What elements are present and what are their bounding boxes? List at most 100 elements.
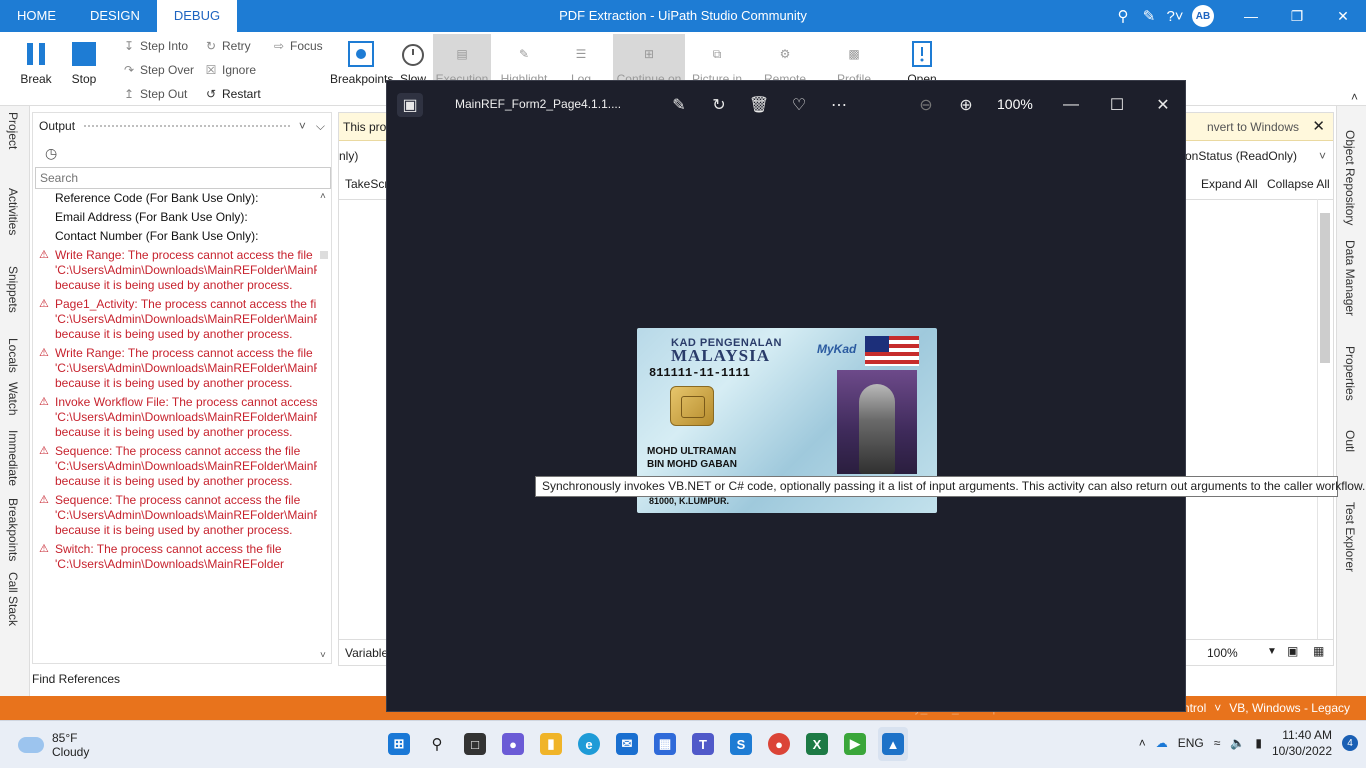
uipath-robot-button[interactable]: ▶ [840,727,870,761]
rail-tab-watch[interactable]: Watch [6,382,20,416]
output-message[interactable]: ⚠ Sequence: The process cannot access the… [33,442,317,491]
retry-button[interactable]: ↻ Retry [204,39,251,53]
search-button[interactable]: ⚲ [422,727,452,761]
step-out-button[interactable]: ↥ Step Out [122,87,187,101]
restart-button[interactable]: ↺ Restart [204,87,261,101]
pin-icon[interactable]: ⌵ [316,119,325,134]
restore-button[interactable]: ❐ [1274,0,1320,32]
minimize-button[interactable]: — [1228,0,1274,32]
weather-widget[interactable]: 85°F Cloudy [18,731,89,759]
convert-link[interactable]: nvert to Windows [1207,120,1299,134]
teams-chat-button[interactable]: ● [498,727,528,761]
tab-home[interactable]: HOME [0,0,73,32]
output-message[interactable]: Email Address (For Bank Use Only): [33,208,317,227]
task-view-button[interactable]: □ [460,727,490,761]
favorite-icon[interactable]: ♡ [787,93,811,117]
rotate-icon[interactable]: ↻ [707,93,731,117]
show-hidden-icons[interactable]: ˄ [1139,736,1146,750]
start-button[interactable]: ⊞ [384,727,414,761]
banner-close-icon[interactable]: ✕ [1312,117,1325,135]
rail-tab-outline[interactable]: Outl [1343,430,1357,452]
panel-menu-icon[interactable]: ˅ [299,119,306,133]
stop-button[interactable]: Stop [66,36,102,86]
continue-on-exception-button[interactable]: ⊞ Continue on [613,36,685,86]
tab-debug[interactable]: DEBUG [156,0,238,32]
search-icon[interactable]: ⚲ [1110,0,1136,32]
collapse-ribbon-icon[interactable]: ˄ [1351,90,1358,104]
chrome-button[interactable]: ● [764,727,794,761]
battery-icon[interactable]: ▮ [1255,736,1262,750]
edit-image-icon[interactable]: ✎ [667,93,691,117]
feedback-icon[interactable]: ✎ [1136,0,1162,32]
viewer-maximize-button[interactable]: ☐ [1105,93,1129,117]
output-message[interactable]: ⚠ Switch: The process cannot access the f… [33,540,317,574]
slow-step-button[interactable]: Slow [398,36,428,86]
designer-scrollbar[interactable] [1317,199,1331,639]
viewer-close-button[interactable]: ✕ [1151,93,1175,117]
rail-tab-immediate[interactable]: Immediate [6,430,20,486]
rail-tab-data-manager[interactable]: Data Manager [1343,240,1357,316]
expand-all-button[interactable]: Expand All [1201,177,1258,191]
picture-in-picture-button[interactable]: ⧉ Picture in [690,36,744,87]
rail-tab-call-stack[interactable]: Call Stack [6,572,20,626]
overview-icon[interactable]: ▦ [1313,644,1324,658]
viewer-minimize-button[interactable]: — [1059,93,1083,117]
variables-tab[interactable]: Variable [345,646,388,660]
rail-tab-snippets[interactable]: Snippets [6,266,20,313]
output-message[interactable]: ⚠ Write Range: The process cannot access … [33,246,317,295]
tab-design[interactable]: DESIGN [73,0,157,32]
input-language[interactable]: ENG [1178,736,1204,750]
zoom-in-icon[interactable]: ⊕ [954,93,978,117]
volume-icon[interactable]: 🔈 [1230,736,1245,750]
output-message[interactable]: ⚠ Invoke Workflow File: The process canno… [33,393,317,442]
output-message[interactable]: Reference Code (For Bank Use Only): [33,189,317,208]
drag-handle[interactable] [83,124,291,128]
user-avatar[interactable]: AB [1192,5,1214,27]
onedrive-icon[interactable]: ☁ [1156,736,1168,750]
edge-button[interactable]: e [574,727,604,761]
output-message[interactable]: ⚠ Sequence: The process cannot access the… [33,491,317,540]
step-into-button[interactable]: ↧ Step Into [122,39,188,53]
highlight-button[interactable]: ✎ Highlight [496,36,552,86]
rail-tab-project[interactable]: Project [6,112,20,149]
find-references-tab[interactable]: Find References [32,672,120,686]
zoom-level[interactable]: 100% [1207,646,1238,660]
rail-tab-activities[interactable]: Activities [6,188,20,235]
rail-tab-test-explorer[interactable]: Test Explorer [1343,502,1357,572]
property-dropdown-icon[interactable]: ˅ [1319,149,1326,163]
open-logs-button[interactable]: Open [904,36,940,86]
rail-tab-properties[interactable]: Properties [1343,346,1357,401]
clock[interactable]: 11:40 AM 10/30/2022 [1272,727,1332,759]
ignore-button[interactable]: ☒ Ignore [204,63,256,77]
focus-button[interactable]: ⇨ Focus [272,39,323,53]
wifi-icon[interactable]: ≈ [1214,736,1221,750]
notification-badge[interactable]: 4 [1342,735,1358,751]
remote-button[interactable]: ⚙ Remote [762,36,808,86]
excel-button[interactable]: X [802,727,832,761]
output-message[interactable]: ⚠ Page1_Activity: The process cannot acce… [33,295,317,344]
execution-trail-button[interactable]: ▤ Execution [433,36,491,86]
help-icon[interactable]: ?˅ [1162,0,1188,32]
output-message[interactable]: ⚠ Write Range: The process cannot access … [33,344,317,393]
zoom-dropdown-icon[interactable]: ▼ [1267,646,1277,657]
fit-screen-icon[interactable]: ▣ [1287,644,1298,658]
breakpoints-button[interactable]: Breakpoints [330,36,393,86]
uipath-assistant-button[interactable]: S [726,727,756,761]
photos-button[interactable]: ▲ [878,727,908,761]
file-explorer-button[interactable]: ▮ [536,727,566,761]
rail-tab-breakpoints[interactable]: Breakpoints [6,498,20,561]
break-button[interactable]: Break [18,36,54,86]
zoom-out-icon[interactable]: ⊖ [914,93,938,117]
rail-tab-object-repository[interactable]: Object Repository [1343,130,1357,225]
output-search-input[interactable] [35,167,331,189]
delete-icon[interactable]: 🗑 [747,93,771,117]
close-button[interactable]: ✕ [1320,0,1366,32]
project-type[interactable]: VB, Windows - Legacy [1229,701,1350,715]
profile-button[interactable]: ▩ Profile [834,36,874,86]
log-button[interactable]: ☰ Log [566,36,596,86]
more-options-icon[interactable]: ⋯ [827,93,851,117]
output-message[interactable]: Contact Number (For Bank Use Only): [33,227,317,246]
mail-button[interactable]: ✉ [612,727,642,761]
collapse-all-button[interactable]: Collapse All [1267,177,1330,191]
output-scrollbar[interactable]: ˄ ˅ [317,189,331,663]
